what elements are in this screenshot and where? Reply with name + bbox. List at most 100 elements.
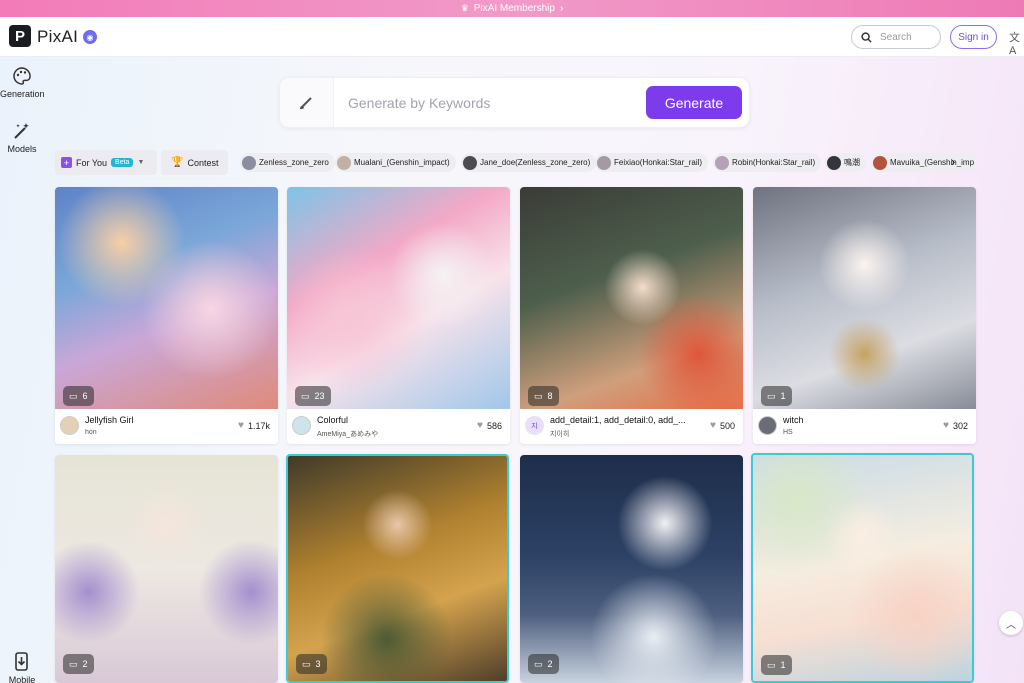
artwork-image[interactable]	[753, 455, 972, 681]
chip-label: Zenless_zone_zero	[259, 158, 329, 167]
brush-button[interactable]	[280, 78, 334, 127]
nav-generation-label: Generation	[0, 89, 45, 99]
artist-name[interactable]: 지이히	[550, 429, 569, 439]
search-input[interactable]	[880, 31, 935, 43]
chip-label: Mualani_(Genshin_impact)	[354, 158, 450, 167]
artwork-title[interactable]: add_detail:1, add_detail:0, add_...	[550, 415, 686, 425]
artwork-card[interactable]: ▭ 2	[520, 455, 743, 683]
comment-count: ▭ 2	[528, 654, 559, 674]
heart-icon: ♥	[710, 420, 716, 431]
comment-count: ▭ 3	[296, 654, 327, 674]
comment-icon: ▭	[69, 390, 78, 401]
top-bar: P PixAI ◉ Sign in 文A	[0, 17, 1024, 57]
avatar	[597, 155, 611, 170]
nav-mobile-app-label: Mobile App	[8, 675, 36, 683]
card-info: Jellyfish Girl hon ♥ 1.17k	[55, 409, 278, 444]
comment-count: ▭ 1	[761, 655, 792, 675]
artwork-card[interactable]: ▭ 23 Colorful AmeMiya_あめみや ♥ 586	[287, 187, 510, 444]
membership-label: PixAI Membership	[473, 3, 555, 14]
avatar[interactable]: 지	[525, 416, 544, 435]
contest-button[interactable]: 🏆 Contest	[161, 150, 228, 175]
for-you-dropdown[interactable]: + For You Beta ▼	[55, 150, 157, 175]
crown-icon: ♛	[460, 3, 469, 13]
artwork-card[interactable]: ▭ 3	[286, 454, 509, 683]
artwork-card[interactable]: ▭ 6 Jellyfish Girl hon ♥ 1.17k	[55, 187, 278, 444]
artwork-title[interactable]: Colorful	[317, 415, 348, 425]
avatar	[715, 155, 729, 170]
artwork-image[interactable]	[753, 187, 976, 410]
artwork-image[interactable]	[55, 455, 278, 683]
nav-mobile-app[interactable]: Mobile App	[0, 652, 44, 683]
search-box[interactable]	[851, 25, 941, 49]
search-icon	[861, 31, 872, 43]
artwork-image[interactable]	[520, 455, 743, 683]
avatar	[827, 155, 841, 170]
chip-mualani[interactable]: Mualani_(Genshin_impact)	[335, 153, 456, 172]
avatar[interactable]	[758, 416, 777, 435]
comment-icon: ▭	[301, 390, 310, 401]
scroll-to-top-button[interactable]: ︿	[999, 611, 1023, 635]
brand-name[interactable]: PixAI	[37, 27, 78, 47]
keywords-input[interactable]: Generate by Keywords	[348, 95, 490, 111]
avatar[interactable]	[292, 416, 311, 435]
artist-name[interactable]: AmeMiya_あめみや	[317, 429, 378, 439]
trophy-icon: 🏆	[171, 157, 184, 168]
generate-button[interactable]: Generate	[646, 86, 742, 119]
artwork-title[interactable]: witch	[783, 415, 804, 425]
logo-icon[interactable]: P	[9, 25, 31, 47]
avatar	[242, 155, 256, 170]
like-button[interactable]: ♥ 500	[710, 420, 735, 431]
artist-name[interactable]: HS	[783, 429, 793, 436]
chip-jane-doe[interactable]: Jane_doe(Zenless_zone_zero)	[461, 153, 597, 172]
comment-count: ▭ 8	[528, 386, 559, 406]
card-info: witch HS ♥ 302	[753, 409, 976, 444]
artwork-card[interactable]: ▭ 8 지 add_detail:1, add_detail:0, add_...…	[520, 187, 743, 444]
chevron-up-icon: ︿	[1006, 619, 1016, 631]
artwork-image[interactable]	[287, 187, 510, 410]
nav-models[interactable]: Models	[0, 121, 44, 154]
chevron-right-icon: ›	[559, 3, 564, 14]
avatar[interactable]	[60, 416, 79, 435]
artwork-card[interactable]: ▭ 2	[55, 455, 278, 683]
comment-icon: ▭	[534, 390, 543, 401]
chevron-right-icon[interactable]: ›	[951, 154, 955, 169]
comment-icon: ▭	[534, 658, 543, 669]
heart-icon: ♥	[477, 420, 483, 431]
card-info: Colorful AmeMiya_あめみや ♥ 586	[287, 409, 510, 444]
artwork-image[interactable]	[520, 187, 743, 410]
chip-zenless[interactable]: Zenless_zone_zero	[240, 153, 335, 172]
sign-in-button[interactable]: Sign in	[950, 25, 997, 49]
translate-icon[interactable]: 文A	[1009, 29, 1024, 57]
chip-feixiao[interactable]: Feixiao(Honkai:Star_rail)	[595, 153, 709, 172]
like-button[interactable]: ♥ 302	[943, 420, 968, 431]
membership-banner[interactable]: ♛ PixAI Membership ›	[0, 0, 1024, 17]
artwork-title[interactable]: Jellyfish Girl	[85, 415, 134, 425]
chip-label: Jane_doe(Zenless_zone_zero)	[480, 158, 591, 167]
chip-mavuika[interactable]: Mavuika_(Genshin_imp	[871, 153, 975, 172]
avatar	[463, 155, 477, 170]
magic-wand-icon	[14, 123, 29, 139]
card-info: 지 add_detail:1, add_detail:0, add_... 지이…	[520, 409, 743, 444]
artwork-image[interactable]	[288, 456, 507, 681]
comment-icon: ▭	[69, 658, 78, 669]
generate-bar: Generate by Keywords Generate	[279, 77, 750, 128]
chip-label: 鳴潮	[844, 158, 860, 167]
chip-wuthering-waves[interactable]: 鳴潮	[825, 153, 866, 172]
for-you-label: For You	[76, 157, 108, 168]
heart-icon: ♥	[238, 420, 244, 431]
palette-icon	[13, 67, 31, 85]
sparkle-icon: +	[61, 157, 72, 168]
chip-robin[interactable]: Robin(Honkai:Star_rail)	[713, 153, 822, 172]
discord-icon[interactable]: ◉	[83, 30, 97, 44]
artwork-image[interactable]	[55, 187, 278, 410]
comment-count: ▭ 6	[63, 386, 94, 406]
artwork-card[interactable]: ▭ 1 witch HS ♥ 302	[753, 187, 976, 444]
caret-down-icon: ▼	[137, 159, 145, 166]
like-button[interactable]: ♥ 586	[477, 420, 502, 431]
artist-name[interactable]: hon	[85, 429, 97, 436]
comment-icon: ▭	[302, 658, 311, 669]
comment-count: ▭ 1	[761, 386, 792, 406]
artwork-card[interactable]: ▭ 1	[751, 453, 974, 683]
nav-generation[interactable]: Generation	[0, 66, 45, 99]
like-button[interactable]: ♥ 1.17k	[238, 420, 270, 431]
